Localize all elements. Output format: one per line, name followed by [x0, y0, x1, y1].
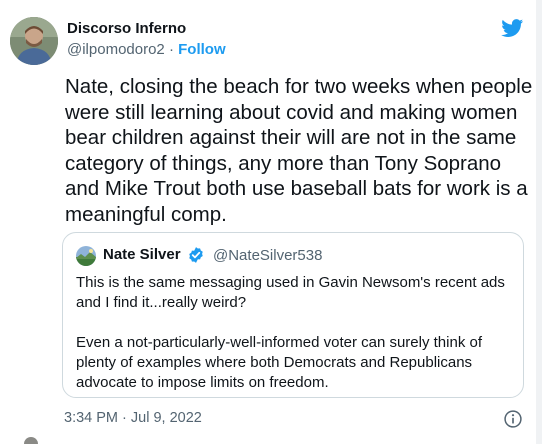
info-icon[interactable] [503, 409, 523, 429]
author-avatar[interactable] [10, 17, 58, 65]
quoted-paragraph-2: Even a not-particularly-well-informed vo… [76, 334, 483, 391]
tweet-text: Nate, closing the beach for two weeks wh… [65, 75, 533, 226]
next-tweet-avatar-partial [24, 437, 38, 444]
tweet-timestamp[interactable]: 3:34 PM · Jul 9, 2022 [64, 410, 202, 426]
author-handle[interactable]: @ilpomodoro2 [67, 41, 165, 58]
quoted-tweet-text: This is the same messaging used in Gavin… [76, 273, 516, 393]
verified-badge-icon [189, 247, 203, 263]
follow-button[interactable]: Follow [178, 41, 226, 58]
quoted-author-handle[interactable]: @NateSilver538 [213, 247, 322, 264]
quoted-author-name[interactable]: Nate Silver [103, 246, 181, 263]
author-handle-row: @ilpomodoro2 · Follow [67, 41, 226, 58]
quoted-author-avatar[interactable] [76, 246, 96, 266]
quoted-tweet[interactable]: Nate Silver @NateSilver538 This is the s… [62, 232, 524, 398]
separator-dot: · [168, 41, 174, 58]
embedded-tweet-card: Discorso Inferno @ilpomodoro2 · Follow N… [0, 0, 542, 444]
quoted-paragraph-1: This is the same messaging used in Gavin… [76, 274, 505, 311]
twitter-bird-icon[interactable] [500, 17, 525, 39]
author-name[interactable]: Discorso Inferno [67, 20, 186, 37]
scrollbar[interactable] [536, 0, 542, 444]
